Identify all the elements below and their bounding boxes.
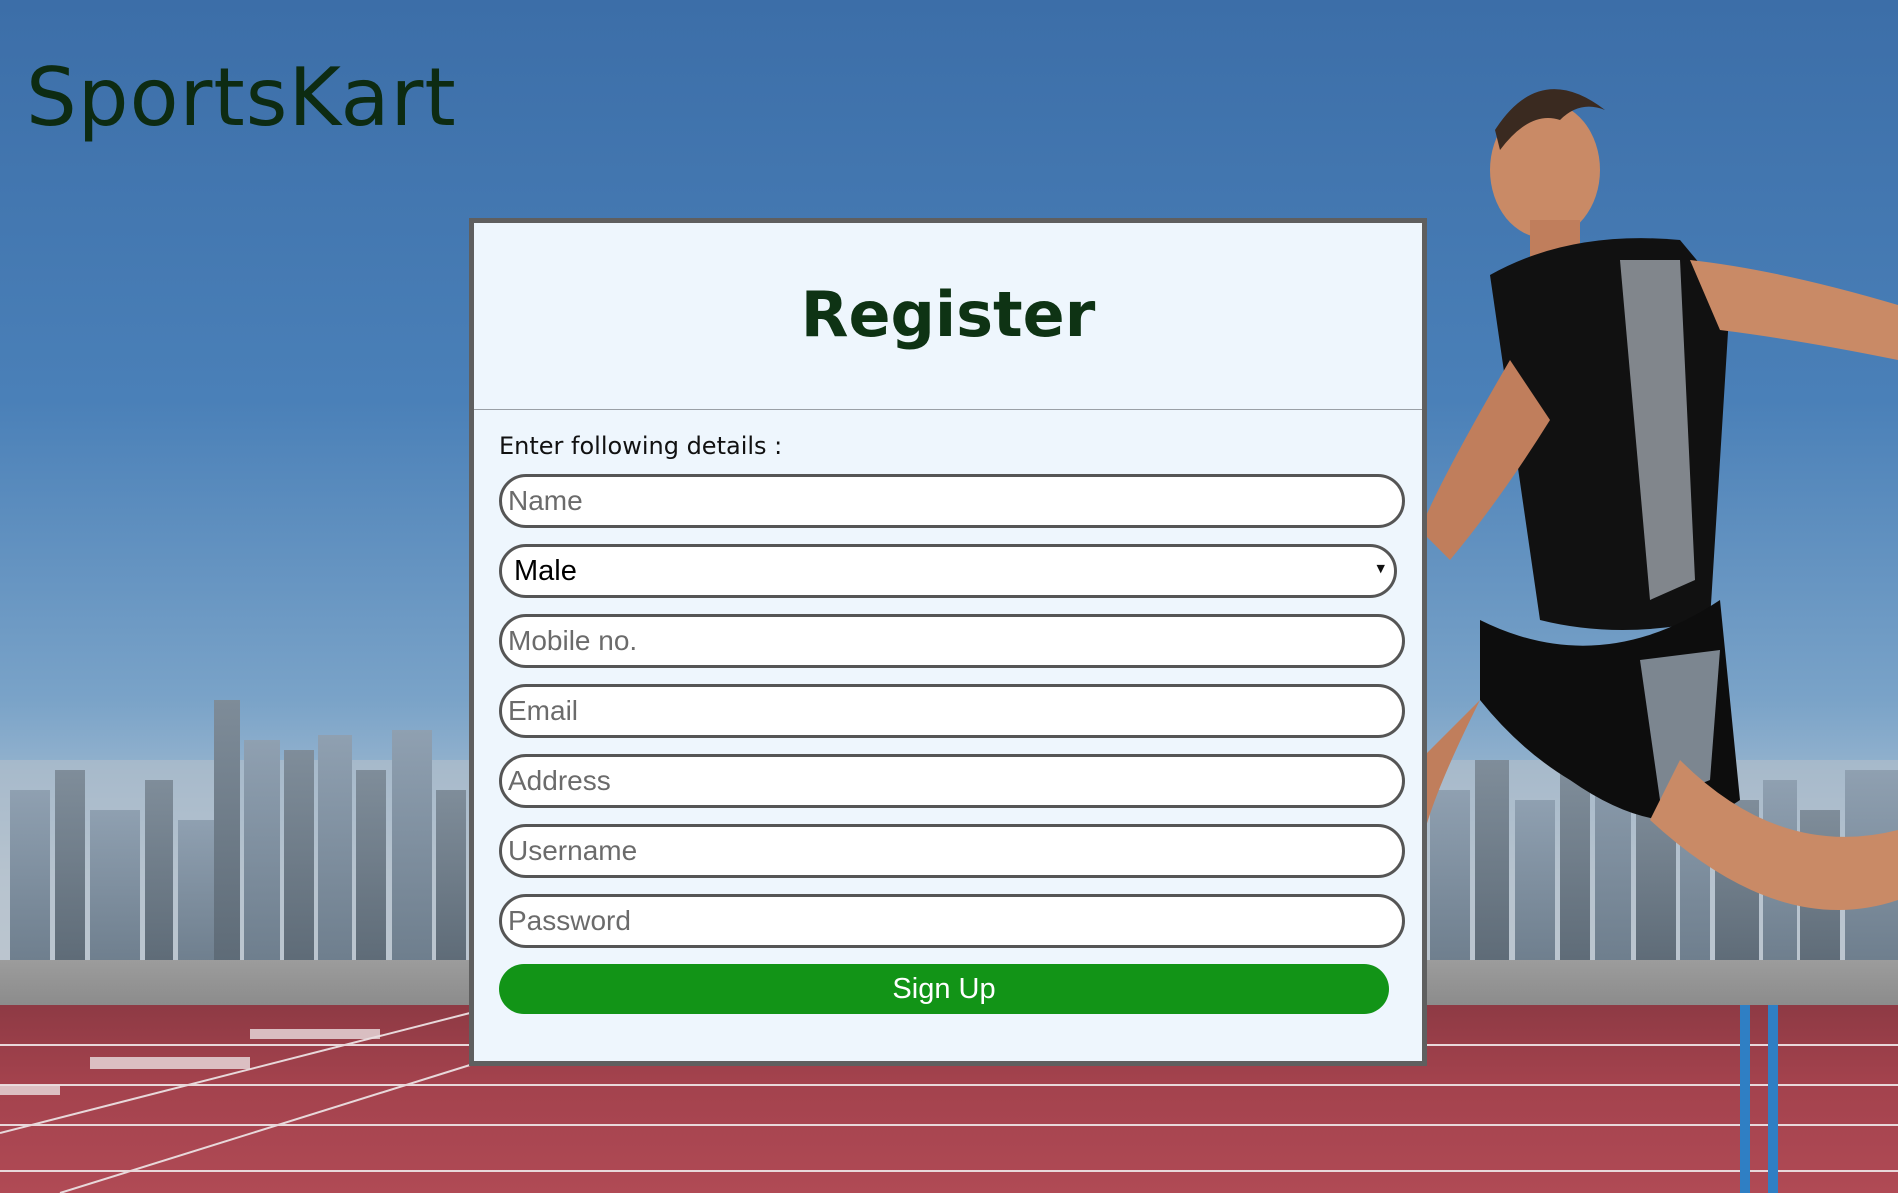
register-card: Register Enter following details : Male … — [469, 218, 1427, 1066]
username-input[interactable] — [499, 824, 1405, 878]
gender-select[interactable]: Male — [499, 544, 1397, 598]
athlete-image — [1420, 60, 1898, 1193]
brand-logo-text[interactable]: SportsKart — [26, 58, 457, 138]
gender-select-wrapper: Male ▼ — [499, 544, 1397, 598]
password-input[interactable] — [499, 894, 1405, 948]
sign-up-button[interactable]: Sign Up — [499, 964, 1389, 1014]
address-input[interactable] — [499, 754, 1405, 808]
mobile-input[interactable] — [499, 614, 1405, 668]
register-title: Register — [800, 277, 1096, 351]
register-form: Enter following details : Male ▼ Sign Up — [474, 410, 1422, 1014]
email-input[interactable] — [499, 684, 1405, 738]
name-input[interactable] — [499, 474, 1405, 528]
form-instructions: Enter following details : — [499, 432, 783, 460]
register-card-header: Register — [474, 223, 1422, 410]
